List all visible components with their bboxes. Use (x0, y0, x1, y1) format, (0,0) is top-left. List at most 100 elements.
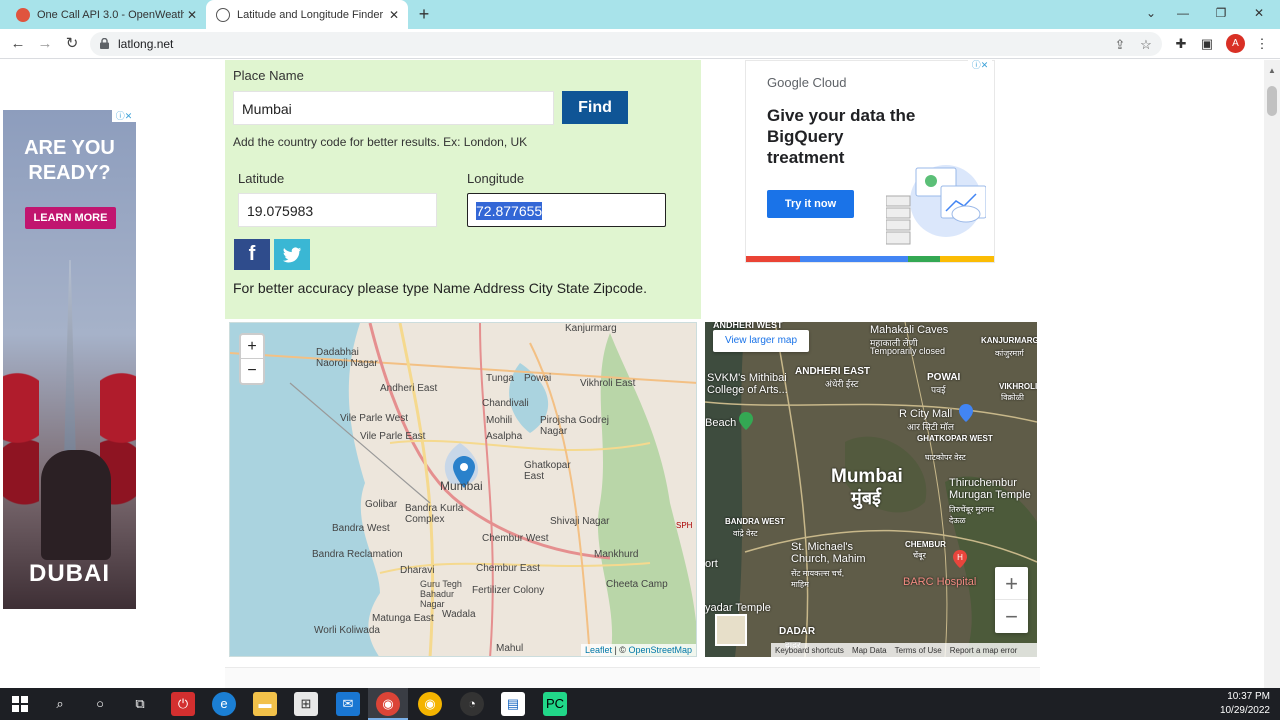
map-label: Powai (524, 373, 552, 384)
map-label: Mahakali Caves (870, 324, 949, 336)
side-panel-icon[interactable]: ▣ (1197, 34, 1217, 54)
scroll-thumb[interactable] (1267, 86, 1277, 116)
map-city-label: मुंबई (851, 488, 881, 508)
edge-icon[interactable]: e (212, 692, 236, 716)
maximize-button[interactable]: ❐ (1202, 0, 1240, 29)
close-window-button[interactable]: ✕ (1240, 0, 1278, 29)
map-label: Asalpha (486, 431, 523, 442)
google-wordmark: Google (767, 75, 809, 90)
map-label: Chembur West (482, 533, 549, 544)
color-segment (799, 256, 854, 262)
zoom-in-button[interactable]: + (995, 567, 1028, 600)
map-label: Thiruchembur Murugan Temple (949, 477, 1031, 501)
terms-of-use-link[interactable]: Terms of Use (895, 646, 942, 655)
zoom-out-button[interactable]: − (995, 600, 1028, 633)
place-name-input[interactable]: Mumbai (233, 91, 554, 125)
profile-avatar[interactable]: A (1226, 34, 1245, 53)
bookmark-star-icon[interactable]: ☆ (1137, 36, 1155, 54)
app-window-icon[interactable]: ▤ (501, 692, 525, 716)
github-icon[interactable]: ◔ (460, 692, 484, 716)
map-label: कांजुरमार्ग (995, 349, 1024, 358)
google-color-bar (746, 256, 994, 262)
openstreetmap-link[interactable]: OpenStreetMap (628, 645, 692, 655)
zoom-in-button[interactable]: + (241, 335, 263, 359)
clock-time: 10:37 PM (1227, 691, 1270, 702)
back-arrow-icon[interactable]: ← (7, 33, 29, 55)
cortana-icon[interactable]: ○ (88, 692, 112, 716)
map-label: SVKM's Mithibai College of Arts... (707, 372, 788, 396)
chrome-icon[interactable]: ◉ (376, 692, 400, 716)
system-clock[interactable]: 10:37 PM 10/29/2022 (1220, 690, 1270, 718)
reload-icon[interactable]: ↻ (61, 33, 83, 55)
map-label: Kanjurmarg (565, 323, 617, 334)
map-label: चेंबूर (913, 551, 926, 560)
power-app-icon[interactable]: ⏻ (171, 692, 195, 716)
chrome-icon[interactable]: ◉ (418, 692, 442, 716)
color-segment (853, 256, 908, 262)
extensions-puzzle-icon[interactable]: ✚ (1171, 34, 1191, 54)
close-tab-icon[interactable]: ✕ (184, 8, 200, 22)
google-cloud-ad[interactable]: ⓘ✕ Google Cloud Give your data the BigQu… (745, 60, 995, 263)
openweather-favicon-icon (16, 7, 30, 22)
adchoices-icon[interactable]: ⓘ✕ (968, 60, 992, 71)
close-tab-icon[interactable]: ✕ (386, 8, 402, 22)
windows-start-icon[interactable] (12, 696, 28, 712)
zoom-out-button[interactable]: − (241, 359, 263, 383)
map-label: अंधेरी ईस्ट (825, 379, 859, 389)
map-label: ANDHERI EAST (795, 366, 871, 377)
page-scrollbar[interactable]: ▲ (1264, 60, 1280, 688)
map-label: Bandra West (332, 523, 390, 534)
find-button[interactable]: Find (562, 91, 628, 124)
map-label: POWAI (927, 372, 961, 383)
learn-more-button[interactable]: LEARN MORE (25, 207, 116, 229)
try-it-now-button[interactable]: Try it now (767, 190, 854, 218)
task-view-icon[interactable]: ⧉ (128, 692, 152, 716)
selected-text: 72.877655 (476, 202, 543, 220)
longitude-field[interactable]: 72.877655 (467, 193, 666, 227)
report-map-error-link[interactable]: Report a map error (950, 646, 1018, 655)
map-label: GHATKOPAR WEST (917, 434, 993, 443)
latitude-field[interactable]: 19.075983 (238, 193, 437, 227)
ad-headline-line: ARE YOU (24, 137, 115, 159)
ad-headline-line: READY? (28, 162, 111, 184)
search-icon[interactable]: ⌕ (48, 692, 72, 716)
tab-latlong[interactable]: Latitude and Longitude Finder on ✕ (206, 0, 408, 29)
map-label: Cheeta Camp (606, 579, 668, 590)
share-icon[interactable]: ⇪ (1111, 36, 1129, 54)
pycharm-icon[interactable]: PC (543, 692, 567, 716)
map-label: Temporarily closed (870, 346, 946, 356)
dubai-ad-banner[interactable]: ARE YOU READY? LEARN MORE DUBAI ⓘ✕ (3, 110, 136, 609)
tab-openweather[interactable]: One Call API 3.0 - OpenWeatherM ✕ (0, 0, 206, 29)
google-map-embed[interactable]: View larger map ANDHERI WEST Mahakali Ca… (705, 322, 1037, 657)
map-data-link[interactable]: Map Data (852, 646, 887, 655)
new-tab-button[interactable]: + (414, 4, 434, 24)
browser-toolbar: ← → ↻ latlong.net ⇪ ☆ ✚ ▣ A ⋮ (0, 29, 1280, 59)
twitter-share-button[interactable] (274, 239, 310, 270)
map-label: Pirojsha Godrej Nagar (540, 415, 609, 437)
address-bar[interactable]: latlong.net ⇪ ☆ (90, 32, 1162, 56)
map-label: Mankhurd (594, 549, 639, 560)
scroll-up-icon[interactable]: ▲ (1268, 66, 1276, 75)
ad-headline: ARE YOU READY? (3, 136, 136, 186)
map-label: Golibar (365, 499, 398, 510)
tab-strip: One Call API 3.0 - OpenWeatherM ✕ Latitu… (0, 0, 1280, 29)
clock-date: 10/29/2022 (1219, 705, 1270, 716)
view-larger-map-button[interactable]: View larger map (713, 330, 809, 352)
file-explorer-icon[interactable]: ▬ (253, 692, 277, 716)
map-label: विक्रोळी (1001, 393, 1024, 402)
couple-image (41, 450, 111, 560)
leaflet-link[interactable]: Leaflet (585, 645, 612, 655)
store-icon[interactable]: ⊞ (294, 692, 318, 716)
adchoices-icon[interactable]: ⓘ✕ (112, 110, 136, 122)
minimize-button[interactable]: — (1164, 0, 1202, 29)
forward-arrow-icon[interactable]: → (34, 33, 56, 55)
facebook-share-button[interactable]: f (234, 239, 270, 270)
openstreetmap-map[interactable]: + − Dadabhai Naoroji Nagar Andheri East … (229, 322, 697, 657)
layers-thumbnail[interactable] (715, 614, 747, 646)
latlong-form-panel: Place Name Mumbai Find Add the country c… (225, 60, 701, 319)
mail-icon[interactable]: ✉ (336, 692, 360, 716)
map-label: Bandra Reclamation (312, 549, 403, 560)
menu-kebab-icon[interactable]: ⋮ (1252, 34, 1272, 54)
flowers-decoration (3, 360, 39, 520)
keyboard-shortcuts-link[interactable]: Keyboard shortcuts (775, 646, 844, 655)
